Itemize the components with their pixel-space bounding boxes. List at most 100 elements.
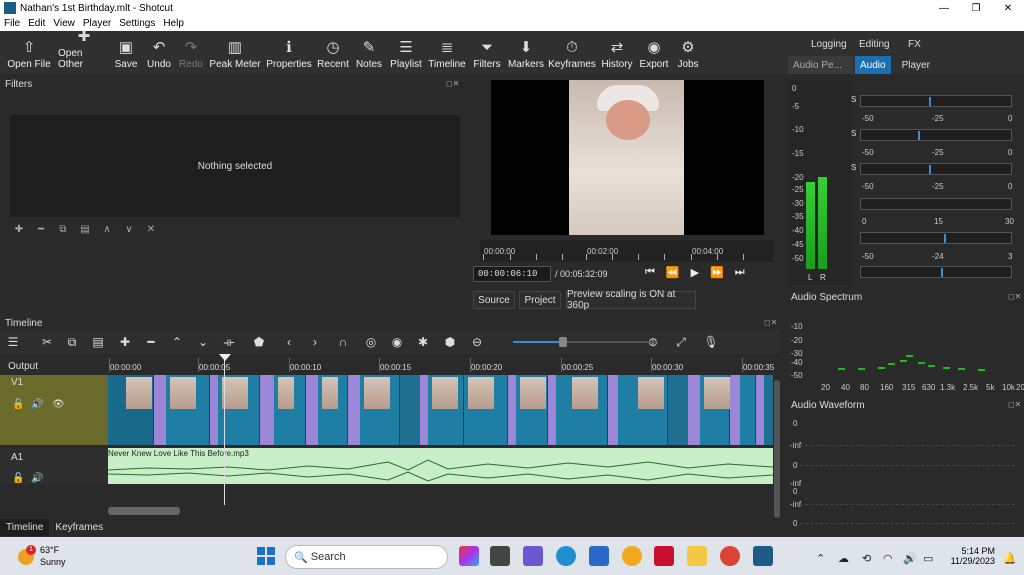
scrub-icon[interactable]: ◎ [358,335,384,349]
menu-edit[interactable]: Edit [28,18,45,29]
transition[interactable] [348,375,360,445]
eye-icon[interactable]: 👁 [52,399,65,410]
audio-clip[interactable]: Never Knew Love Like This Before.mp3 [108,448,773,484]
video-clip[interactable] [516,375,548,445]
timeline-ruler[interactable]: 00:00:00 00:00:05 00:00:10 00:00:15 00:0… [108,358,774,375]
transition[interactable] [154,375,166,445]
remove-filter-icon[interactable]: ━ [32,222,50,237]
track-header-v1[interactable]: V1 🔓 🔊 👁 [0,375,108,445]
marker-icon[interactable]: ⬟ [242,335,276,349]
rotation-icon[interactable]: ⟲ [862,552,871,565]
skip-previous-icon[interactable]: ⏮ [645,266,655,279]
menu-help[interactable]: Help [163,18,184,29]
add-filter-icon[interactable]: ✚ [10,222,28,237]
redo-button[interactable]: ↷ Redo [176,31,206,74]
audio-slider-1[interactable] [860,95,1012,107]
video-clip[interactable] [108,375,154,445]
copilot-icon[interactable] [459,546,479,566]
save-button[interactable]: ▣ Save [110,31,142,74]
transition[interactable] [548,375,556,445]
append-icon[interactable]: ✚ [112,335,138,349]
timeline-vertical-scrollbar[interactable] [774,380,780,518]
history-button[interactable]: ⇄ History [598,31,636,74]
jobs-button[interactable]: ⚙ Jobs [672,31,704,74]
open-file-button[interactable]: ⇧ Open File [0,31,58,74]
playlist-button[interactable]: ☰ Playlist [386,31,426,74]
play-icon[interactable]: ▶ [691,266,699,279]
properties-button[interactable]: ℹ Properties [264,31,314,74]
split-icon[interactable]: ⟛ [216,335,242,350]
tab-player[interactable]: Player [897,56,935,74]
edge-icon[interactable] [556,546,576,566]
audio-slider-3[interactable] [860,163,1012,175]
position-timecode[interactable]: 00:00:06:10 [473,266,551,282]
playhead-handle[interactable] [219,354,231,361]
wifi-icon[interactable]: ◠ [883,552,893,565]
transition[interactable] [730,375,740,445]
ripple-icon[interactable]: ◉ [384,335,410,349]
task-view-icon[interactable] [490,546,510,566]
tab-timeline[interactable]: Timeline [0,519,50,536]
spectrum-float-close-icon[interactable]: ◻✕ [1008,292,1021,301]
tab-audio[interactable]: Audio [855,56,891,74]
timeline-playhead[interactable] [224,355,225,505]
peak-meter-button[interactable]: ▥ Peak Meter [206,31,264,74]
video-clip[interactable] [318,375,348,445]
next-marker-icon[interactable]: › [302,335,328,349]
keyframes-button[interactable]: ⏱ Keyframes [546,31,598,74]
menu-settings[interactable]: Settings [119,18,155,29]
previous-marker-icon[interactable]: ‹ [276,335,302,349]
skip-next-icon[interactable]: ⏭ [735,266,745,279]
store-icon[interactable] [589,546,609,566]
remove-icon[interactable]: ━ [138,335,164,349]
paste-filter-icon[interactable]: ▤ [76,222,94,237]
layout-fx[interactable]: FX [908,39,921,50]
notification-icon[interactable]: 🔔 [1003,552,1017,565]
cloud-icon[interactable]: ☁ [838,552,849,565]
layout-editing[interactable]: Editing [859,39,890,50]
ripple-all-icon[interactable]: ✱ [410,335,436,349]
chrome-icon[interactable] [720,546,740,566]
snap-icon[interactable]: ∩ [328,335,358,349]
timeline-float-close-icon[interactable]: ◻✕ [764,318,777,327]
tab-audio-peak-meter[interactable]: Audio Pe... [788,56,853,74]
transition[interactable] [306,375,318,445]
deselect-filter-icon[interactable]: ✕ [142,222,160,237]
minimize-button[interactable]: — [928,3,960,14]
timeline-button[interactable]: ≣ Timeline [426,31,468,74]
lift-icon[interactable]: ⌃ [164,335,190,349]
video-clip[interactable] [740,375,756,445]
ripple-markers-icon[interactable]: ⬢ [436,335,464,349]
mcafee-icon[interactable] [654,546,674,566]
notes-button[interactable]: ✎ Notes [352,31,386,74]
close-button[interactable]: ✕ [992,3,1024,14]
copy-icon[interactable]: ⧉ [60,335,84,350]
transition[interactable] [688,375,700,445]
photos-icon[interactable] [622,546,642,566]
track-header-a1[interactable]: A1 🔓 🔊 [0,448,108,484]
maximize-button[interactable]: ❐ [960,3,992,14]
audio-slider-5[interactable] [860,232,1012,244]
fast-forward-icon[interactable]: ⏩ [710,266,724,279]
export-button[interactable]: ◉ Export [636,31,672,74]
markers-button[interactable]: ⬇ Markers [506,31,546,74]
video-clip[interactable] [274,375,306,445]
project-tab[interactable]: Project [519,291,561,309]
open-other-button[interactable]: ✚ Open Other [58,28,110,74]
timeline-horizontal-scrollbar[interactable] [108,507,180,515]
move-up-icon[interactable]: ∧ [98,222,116,237]
move-down-icon[interactable]: ∨ [120,222,138,237]
overwrite-icon[interactable]: ⌄ [190,335,216,349]
menu-file[interactable]: File [4,18,20,29]
battery-icon[interactable]: ▭ [923,552,933,565]
volume-icon[interactable]: 🔊 [903,552,917,565]
audio-slider-2[interactable] [860,129,1012,141]
transition[interactable] [608,375,618,445]
filters-button[interactable]: ⏷ Filters [468,31,506,74]
file-explorer-icon[interactable] [687,546,707,566]
video-clip[interactable] [428,375,464,445]
show-hidden-icons[interactable]: ⌃ [816,552,825,565]
menu-view[interactable]: View [53,18,75,29]
video-clip[interactable] [700,375,730,445]
paste-icon[interactable]: ▤ [84,335,112,349]
